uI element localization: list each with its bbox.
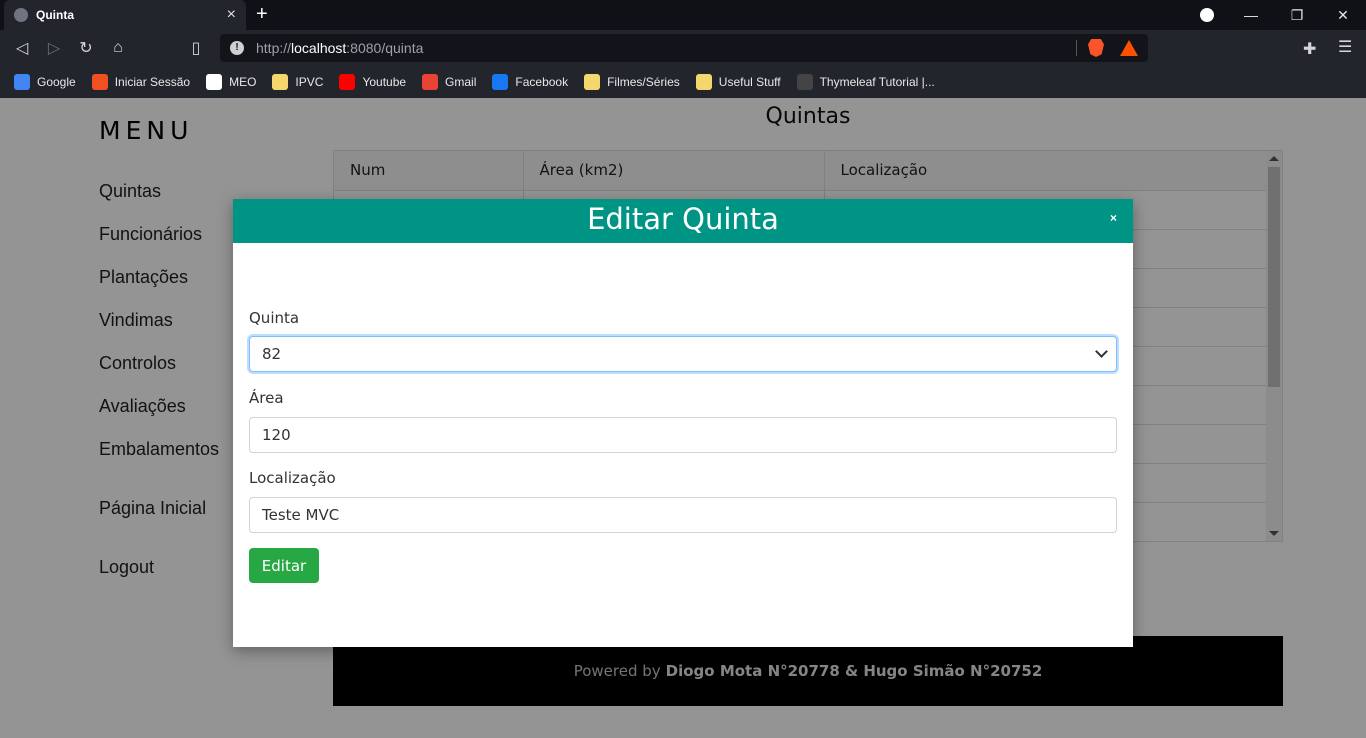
reload-icon[interactable]: ↻ <box>76 38 96 58</box>
microsoft-icon <box>91 74 108 90</box>
bookmark-label: Filmes/Séries <box>607 75 680 89</box>
localizacao-input-value: Teste MVC <box>262 506 340 524</box>
bookmark-label: Youtube <box>362 75 407 89</box>
bookmark-item[interactable]: MEO <box>206 74 256 90</box>
globe-icon <box>14 8 28 22</box>
quinta-select[interactable]: 82 <box>249 336 1117 372</box>
bookmark-item[interactable]: Youtube <box>339 74 406 90</box>
modal-title: Editar Quinta <box>587 202 779 236</box>
bookmarks-bar: Google Iniciar Sessão MEO IPVC Youtube Gmail F… <box>0 66 1366 98</box>
localizacao-label: Localização <box>249 469 336 487</box>
chevron-down-icon <box>1095 345 1108 358</box>
bookmark-item[interactable]: Gmail <box>422 74 476 90</box>
tab-title: Quinta <box>36 8 74 22</box>
address-bar[interactable]: ! http://localhost:8080/quinta <box>220 34 1148 62</box>
bookmark-icon[interactable]: ▯ <box>186 38 206 58</box>
editar-button[interactable]: Editar <box>249 548 319 583</box>
back-icon[interactable]: ◁ <box>12 38 32 58</box>
bookmark-item[interactable]: Thymeleaf Tutorial |... <box>796 74 935 90</box>
info-icon[interactable]: ! <box>230 41 244 55</box>
localizacao-input[interactable]: Teste MVC <box>249 497 1117 533</box>
bookmark-label: Useful Stuff <box>718 75 781 89</box>
facebook-icon <box>492 74 509 90</box>
bookmark-item[interactable]: Filmes/Séries <box>584 74 680 90</box>
restore-button[interactable]: ❐ <box>1274 0 1320 30</box>
close-window-button[interactable]: ✕ <box>1320 0 1366 30</box>
bookmark-item[interactable]: IPVC <box>272 74 323 90</box>
home-icon[interactable]: ⌂ <box>108 38 128 58</box>
folder-icon <box>584 74 601 90</box>
bookmark-label: IPVC <box>295 75 324 89</box>
bookmark-item[interactable]: Useful Stuff <box>695 74 781 90</box>
quinta-select-value: 82 <box>262 345 282 363</box>
bookmark-label: Iniciar Sessão <box>114 75 191 89</box>
meo-icon <box>206 74 223 90</box>
bookmark-label: Google <box>37 75 76 89</box>
folder-icon <box>272 74 289 90</box>
forward-icon[interactable]: ▷ <box>44 38 64 58</box>
close-icon[interactable]: × <box>1110 211 1117 225</box>
area-input[interactable]: 120 <box>249 417 1117 453</box>
thymeleaf-icon <box>796 74 813 90</box>
bookmark-label: Thymeleaf Tutorial |... <box>819 75 935 89</box>
profile-menu-icon[interactable] <box>1200 8 1214 22</box>
brave-shields-icon[interactable] <box>1088 39 1104 57</box>
quinta-label: Quinta <box>249 309 300 327</box>
new-tab-button[interactable]: + <box>256 3 268 26</box>
browser-tab-bar: Quinta × + — ❐ ✕ <box>0 0 1366 30</box>
browser-menu-icon[interactable]: ☰ <box>1338 37 1352 57</box>
address-separator <box>1076 40 1077 56</box>
url-text: http://localhost:8080/quinta <box>256 40 424 56</box>
bookmark-item[interactable]: Iniciar Sessão <box>91 74 191 90</box>
bookmark-label: Gmail <box>445 75 477 89</box>
modal-header: Editar Quinta × <box>233 199 1133 243</box>
extensions-icon[interactable]: ✚ <box>1303 39 1316 59</box>
tab-close-icon[interactable]: × <box>227 6 236 24</box>
edit-quinta-modal: Editar Quinta × Quinta 82 Área 120 Local… <box>233 199 1133 647</box>
bookmark-label: MEO <box>229 75 257 89</box>
bookmark-label: Facebook <box>515 75 569 89</box>
bookmark-item[interactable]: Google <box>14 74 76 90</box>
area-input-value: 120 <box>262 426 291 444</box>
browser-tab[interactable]: Quinta × <box>4 0 246 30</box>
folder-icon <box>695 74 712 90</box>
minimize-button[interactable]: — <box>1228 0 1274 30</box>
bookmark-item[interactable]: Facebook <box>492 74 568 90</box>
area-label: Área <box>249 389 284 407</box>
google-icon <box>14 74 30 90</box>
youtube-icon <box>339 74 356 90</box>
gmail-icon <box>422 74 439 90</box>
